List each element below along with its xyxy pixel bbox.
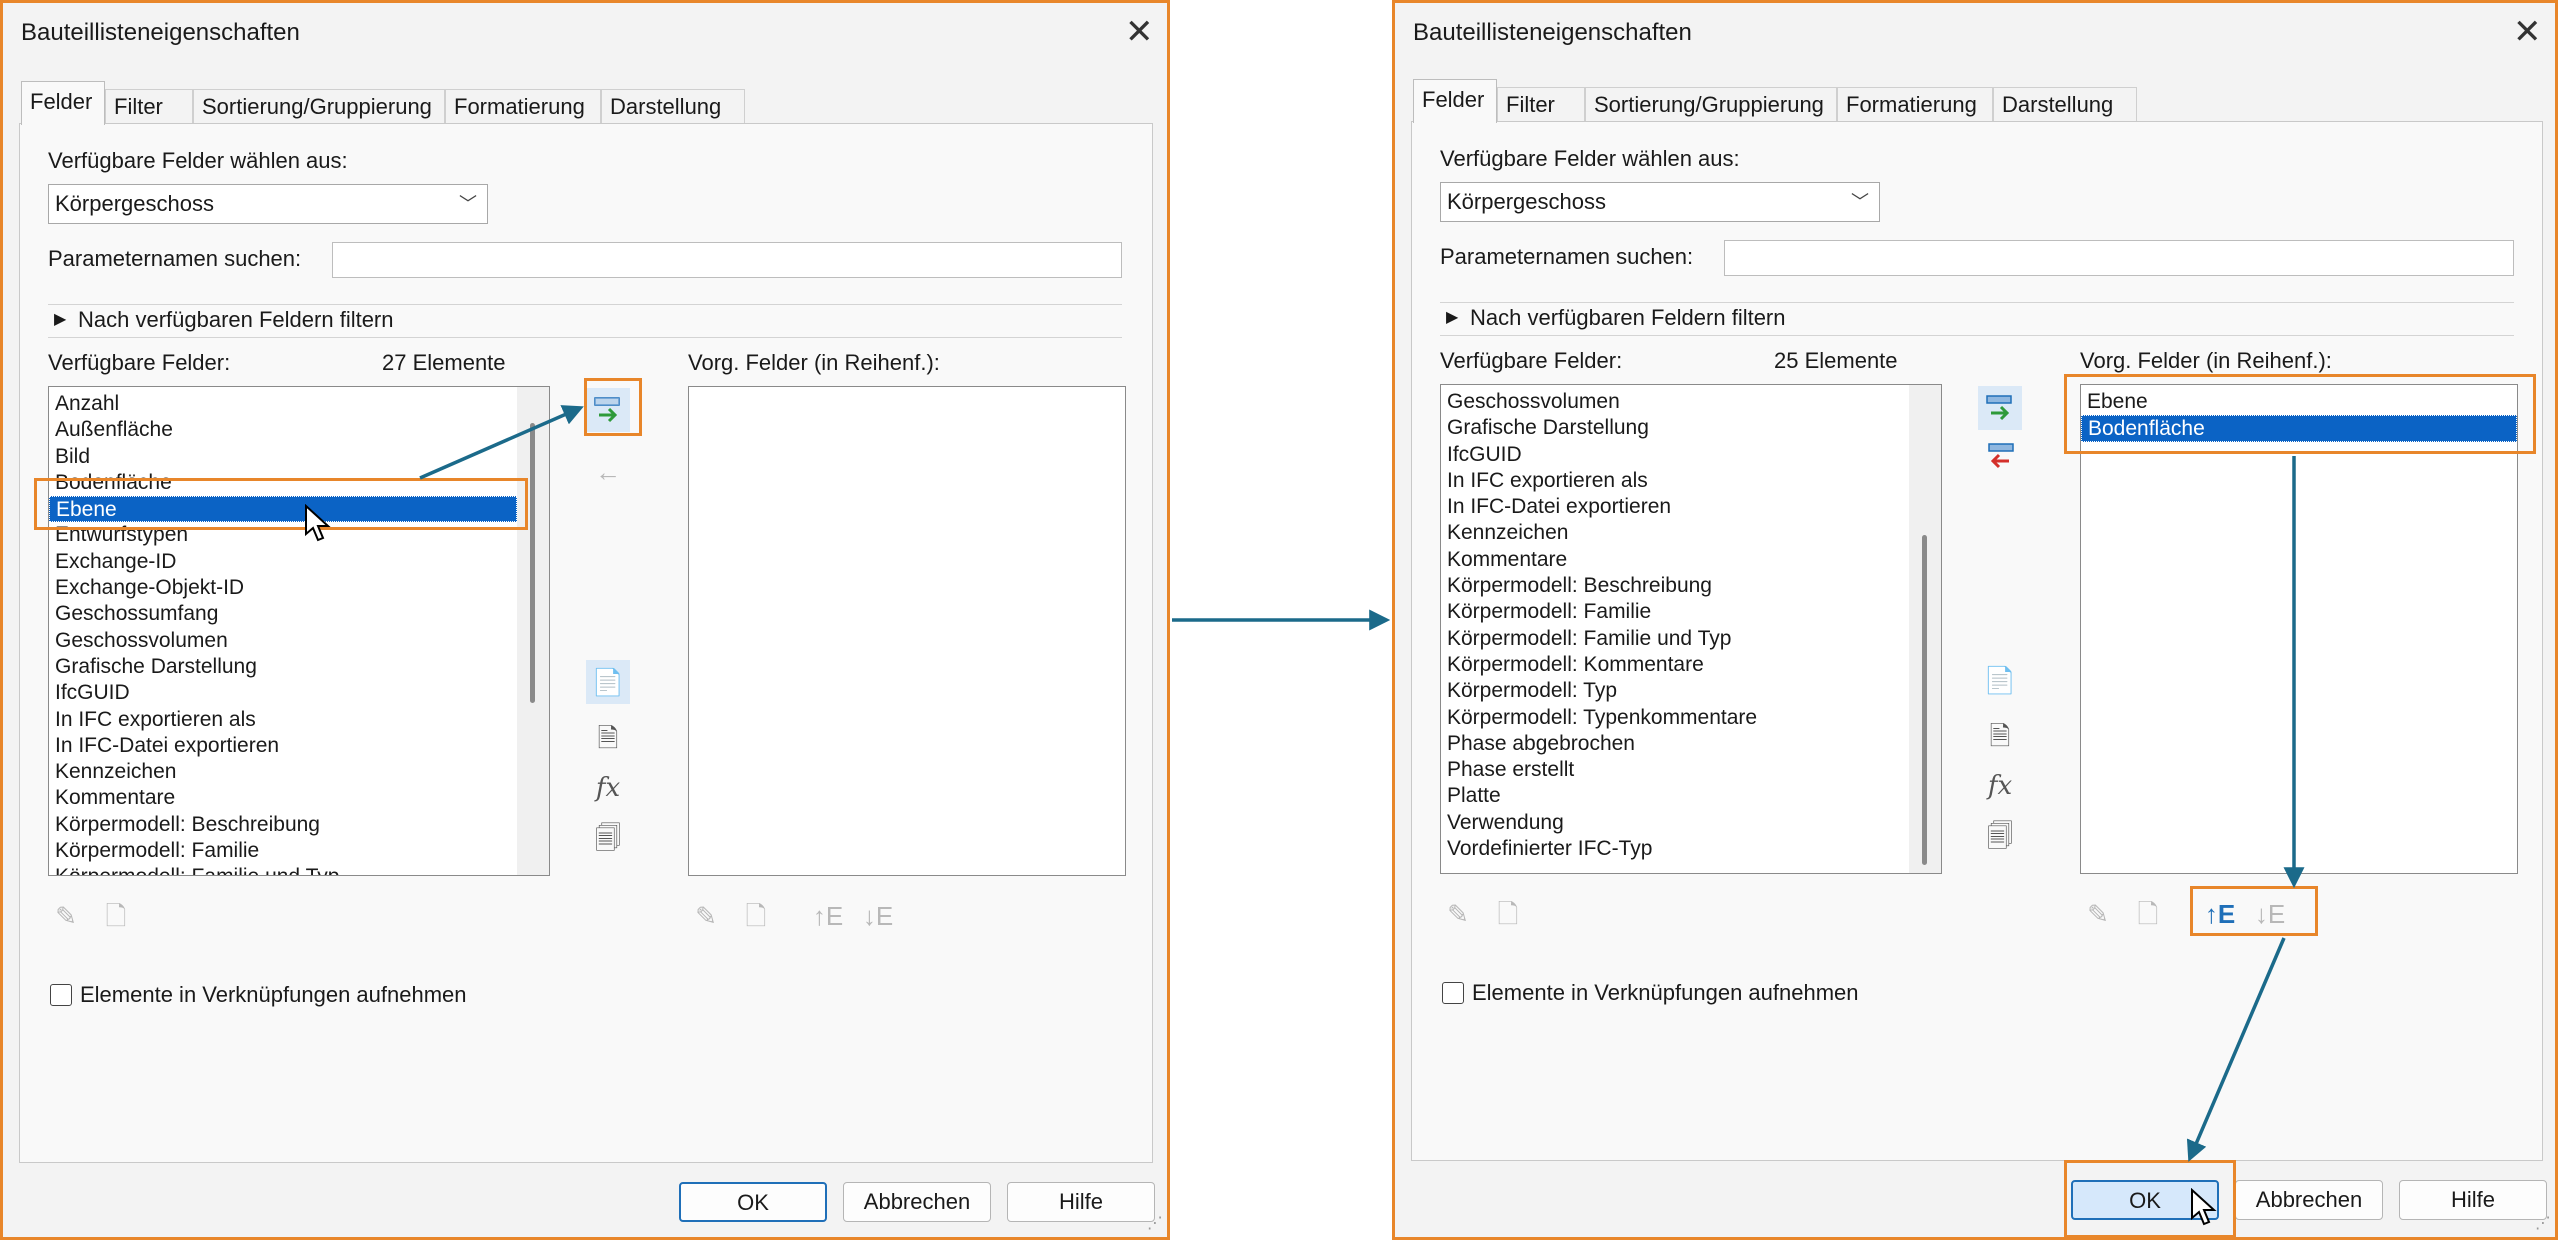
annotation-arrows [419, 405, 2305, 1162]
cursor-icon [2191, 1188, 2217, 1226]
arrow-to-ok [2186, 937, 2286, 1162]
cursor-icon [305, 504, 331, 542]
arrow-to-add [419, 405, 584, 480]
tab-felder[interactable]: Felder [21, 81, 105, 125]
tab-felder[interactable]: Felder [1413, 79, 1497, 123]
